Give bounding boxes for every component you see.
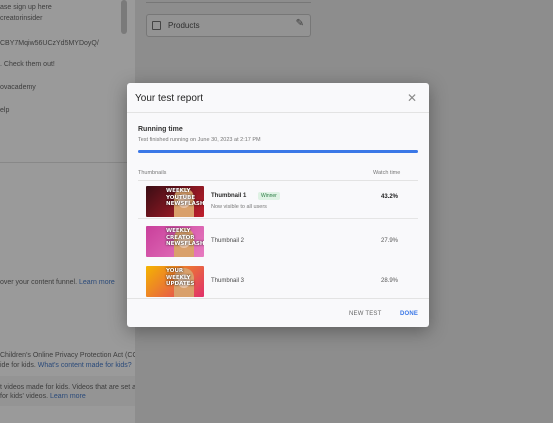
background-text: creatorinsider bbox=[0, 15, 43, 22]
background-kids-content-link[interactable]: What's content made for kids? bbox=[38, 362, 132, 369]
background-text: ase sign up here bbox=[0, 4, 52, 11]
background-text: . Check them out! bbox=[0, 61, 55, 68]
new-test-button[interactable]: NEW TEST bbox=[349, 311, 382, 317]
thumbnail-name: Thumbnail 2 bbox=[211, 238, 245, 244]
table-row: WEEKLY YOUTUBE NEWSFLASH Thumbnail 1 Win… bbox=[138, 183, 418, 219]
pencil-icon[interactable]: ✎ bbox=[296, 18, 304, 29]
products-card[interactable]: Products ✎ bbox=[146, 14, 311, 37]
products-label: Products bbox=[168, 21, 200, 30]
footer-divider bbox=[127, 298, 429, 299]
table-row: WEEKLY CREATOR NEWSFLASH Thumbnail 2 27.… bbox=[138, 223, 418, 259]
header-divider bbox=[127, 112, 429, 113]
table-row: YOUR WEEKLY UPDATES Thumbnail 3 28.9% bbox=[138, 263, 418, 299]
progress-bar bbox=[138, 150, 418, 153]
table-header-divider bbox=[138, 180, 418, 181]
dialog-title: Your test report bbox=[135, 93, 204, 104]
watch-time-value: 28.9% bbox=[381, 278, 399, 284]
thumbnail-image: WEEKLY CREATOR NEWSFLASH bbox=[146, 226, 204, 257]
thumbnails-column-header: Thumbnails bbox=[138, 170, 167, 176]
thumbnail-name: Thumbnail 1 bbox=[211, 193, 247, 199]
background-kids-line: t videos made for kids. Videos that are … bbox=[0, 384, 140, 391]
background-kids-line2: for kids' videos. Learn more bbox=[0, 393, 86, 400]
test-report-dialog: Your test report ✕ Running time Test fin… bbox=[127, 83, 429, 327]
background-learn-more-link-2[interactable]: Learn more bbox=[50, 393, 86, 400]
background-card-fragment bbox=[146, 0, 311, 3]
watch-time-column-header: Watch time bbox=[373, 170, 401, 176]
background-scrollbar[interactable] bbox=[121, 0, 127, 34]
background-learn-more-link[interactable]: Learn more bbox=[79, 279, 115, 286]
background-info-box bbox=[0, 376, 135, 406]
background-text: ovacademy bbox=[0, 84, 36, 91]
thumbnail-text: WEEKLY CREATOR NEWSFLASH bbox=[166, 228, 204, 247]
thumbnail-name: Thumbnail 3 bbox=[211, 278, 245, 284]
thumbnail-text: WEEKLY YOUTUBE NEWSFLASH bbox=[166, 188, 204, 207]
running-time-label: Running time bbox=[138, 126, 183, 133]
done-button[interactable]: DONE bbox=[400, 311, 418, 317]
visibility-note: Now visible to all users bbox=[211, 204, 267, 210]
watch-time-value: 27.9% bbox=[381, 238, 399, 244]
watch-time-value: 43.2% bbox=[381, 194, 399, 200]
background-kids-text: for kids' videos. bbox=[0, 393, 49, 400]
progress-fill bbox=[138, 150, 418, 153]
winner-badge: Winner bbox=[258, 192, 280, 200]
thumbnail-image: WEEKLY YOUTUBE NEWSFLASH bbox=[146, 186, 204, 217]
background-funnel-text: over your content funnel. Learn more bbox=[0, 279, 115, 286]
thumbnail-image: YOUR WEEKLY UPDATES bbox=[146, 266, 204, 297]
background-coppa-text: ide for kids. bbox=[0, 362, 36, 369]
background-coppa-line2: ide for kids. What's content made for ki… bbox=[0, 362, 132, 369]
product-box-icon bbox=[152, 21, 161, 30]
background-coppa-line: Children's Online Privacy Protection Act… bbox=[0, 352, 154, 359]
thumbnail-text: YOUR WEEKLY UPDATES bbox=[166, 268, 195, 287]
background-divider bbox=[0, 162, 135, 163]
background-text: elp bbox=[0, 107, 10, 114]
background-funnel-label: over your content funnel. bbox=[0, 279, 78, 286]
background-text: CBY7Mqiw56UCzYd5MYDoyQ/ bbox=[0, 40, 99, 47]
close-icon[interactable]: ✕ bbox=[405, 91, 419, 105]
finished-text: Test finished running on June 30, 2023 a… bbox=[138, 137, 261, 143]
